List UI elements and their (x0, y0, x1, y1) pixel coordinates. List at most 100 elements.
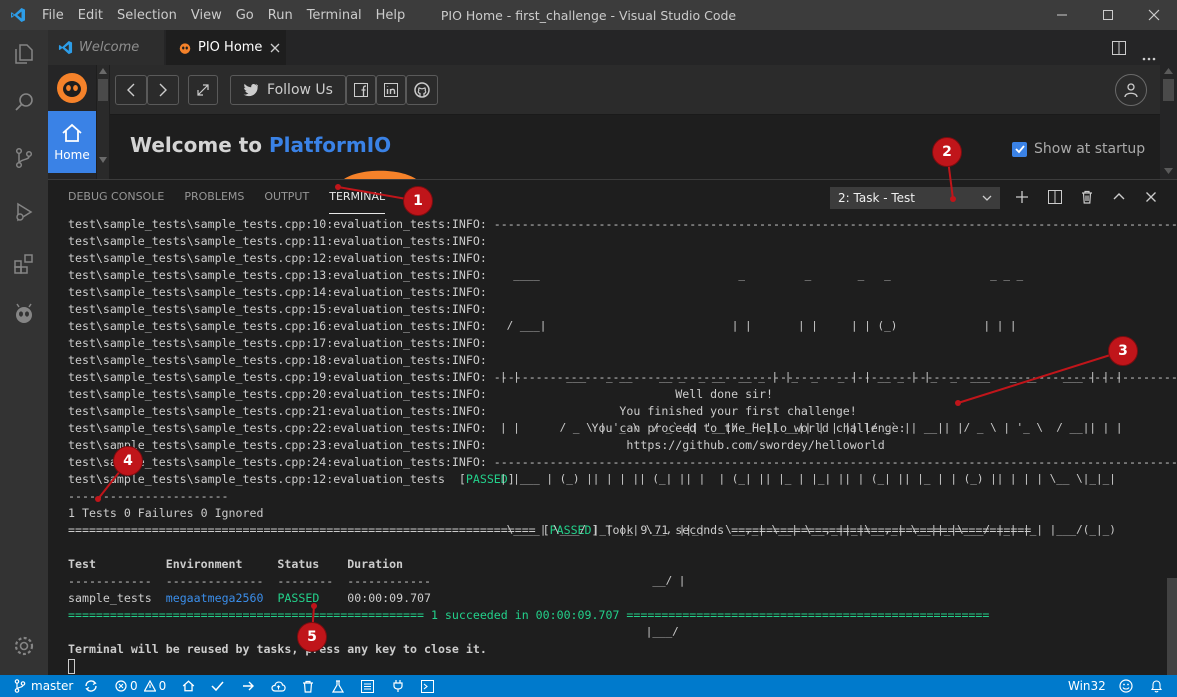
close-panel-button[interactable] (1143, 189, 1159, 205)
split-editor-button[interactable] (1112, 40, 1126, 59)
terminal-line: test\sample_tests\sample_tests.cpp:17:ev… (68, 336, 494, 350)
run-debug-button[interactable] (0, 188, 48, 236)
facebook-button[interactable] (346, 75, 376, 105)
annotation-marker-5: 5 (297, 622, 327, 652)
reuse-message: Terminal will be reused by tasks, press … (68, 642, 487, 656)
branch-indicator[interactable]: master (14, 675, 73, 697)
bottom-panel: DEBUG CONSOLE PROBLEMS OUTPUT TERMINAL 2… (48, 179, 1177, 676)
show-at-startup-checkbox[interactable] (1012, 141, 1027, 157)
tab-pio-home[interactable]: PIO Home (166, 30, 286, 65)
home-icon (182, 680, 195, 692)
terminal-line: test\sample_tests\sample_tests.cpp:14:ev… (68, 285, 494, 299)
error-icon (115, 680, 127, 692)
manage-button[interactable] (0, 622, 48, 670)
terminal-line: test\sample_tests\sample_tests.cpp:18:ev… (68, 353, 494, 367)
plug-icon (393, 680, 403, 692)
extensions-button[interactable] (0, 240, 48, 288)
gear-icon (14, 636, 34, 656)
tab-welcome-label: Welcome (79, 40, 140, 55)
linkedin-button[interactable] (376, 75, 406, 105)
terminal-icon (421, 679, 434, 693)
search-button[interactable] (0, 78, 48, 126)
feedback-button[interactable] (1119, 675, 1133, 697)
tab-problems[interactable]: PROBLEMS (184, 180, 244, 214)
chevron-right-icon (159, 83, 167, 97)
results-table-header: Test Environment Status Duration (68, 557, 404, 571)
warning-count: 0 (158, 679, 167, 693)
pio-scrollbar[interactable] (1160, 65, 1177, 179)
terminal-scrollbar[interactable] (1167, 578, 1177, 676)
new-terminal-button[interactable] (1014, 189, 1030, 205)
pio-nav-home[interactable]: Home (48, 111, 96, 173)
pio-home-status-button[interactable] (182, 675, 195, 697)
pio-remote-button[interactable] (271, 675, 286, 697)
tab-output[interactable]: OUTPUT (264, 180, 309, 214)
github-button[interactable] (406, 75, 438, 105)
test-summary: 1 Tests 0 Failures 0 Ignored (68, 506, 264, 520)
tab-debug-console[interactable]: DEBUG CONSOLE (68, 180, 164, 214)
more-actions-button[interactable] (1142, 46, 1156, 65)
pio-home-view: Home Follow Us Welcome to PlatformIO Sho… (48, 65, 1177, 179)
pio-clean-button[interactable] (302, 675, 314, 697)
source-control-button[interactable] (0, 134, 48, 182)
alien-icon (179, 42, 191, 54)
minimize-button[interactable] (1039, 0, 1085, 30)
explorer-button[interactable] (0, 30, 48, 78)
close-icon[interactable] (270, 43, 280, 53)
close-icon (1146, 192, 1156, 202)
terminal-select[interactable]: 2: Task - Test (830, 187, 1000, 209)
follow-us-label: Follow Us (267, 82, 333, 98)
pio-upload-button[interactable] (242, 675, 255, 697)
title-bar: File Edit Selection View Go Run Terminal… (0, 0, 1177, 30)
page-title: Welcome to PlatformIO (130, 133, 391, 157)
close-window-button[interactable] (1131, 0, 1177, 30)
terminal-cursor (68, 658, 75, 675)
scroll-up-icon (1164, 68, 1173, 74)
pio-test-button[interactable] (332, 675, 344, 697)
facebook-icon (354, 83, 368, 97)
split-terminal-button[interactable] (1047, 189, 1063, 205)
panel-tabs: DEBUG CONSOLE PROBLEMS OUTPUT TERMINAL (68, 180, 405, 214)
pio-build-button[interactable] (211, 675, 224, 697)
problems-indicator[interactable]: 0 0 (115, 675, 166, 697)
back-button[interactable] (115, 75, 147, 105)
platform-indicator[interactable]: Win32 (1068, 675, 1106, 697)
pio-toolbar: Follow Us (110, 65, 1160, 115)
plus-icon (1016, 191, 1028, 203)
branch-icon (14, 679, 26, 693)
expand-button[interactable] (188, 75, 218, 105)
window-title: PIO Home - first_challenge - Visual Stud… (440, 8, 737, 23)
tab-pio-home-label: PIO Home (198, 40, 263, 55)
follow-us-button[interactable]: Follow Us (230, 75, 346, 105)
results-table-rule: ------------ -------------- -------- ---… (68, 574, 431, 588)
terminal-line: ----------------------- (68, 489, 229, 503)
split-icon (1112, 41, 1126, 55)
annotation-marker-3: 3 (1108, 336, 1138, 366)
notifications-button[interactable] (1150, 675, 1163, 697)
check-icon (1014, 145, 1025, 154)
pio-terminal-button[interactable] (421, 675, 434, 697)
activity-bar (0, 30, 48, 675)
terminal-line: test\sample_tests\sample_tests.cpp:16:ev… (68, 319, 494, 333)
pio-left-scrollbar[interactable] (97, 65, 109, 179)
show-at-startup[interactable]: Show at startup (1012, 141, 1145, 157)
sync-button[interactable] (84, 675, 98, 697)
maximize-button[interactable] (1085, 0, 1131, 30)
terminal-line: test\sample_tests\sample_tests.cpp:13:ev… (68, 268, 494, 282)
status-bar: master 0 0 Win32 (0, 675, 1177, 697)
pio-tasks-button[interactable] (361, 675, 374, 697)
forward-button[interactable] (147, 75, 179, 105)
maximize-panel-button[interactable] (1111, 189, 1127, 205)
account-button[interactable] (1115, 74, 1147, 106)
tab-welcome[interactable]: Welcome (48, 30, 164, 65)
chevron-up-icon (1113, 193, 1125, 200)
tab-terminal[interactable]: TERMINAL (329, 180, 386, 214)
minimize-icon (1057, 14, 1067, 16)
flask-icon (332, 679, 344, 693)
terminal-line: test\sample_tests\sample_tests.cpp:15:ev… (68, 302, 494, 316)
annotation-marker-4: 4 (113, 446, 143, 476)
platformio-button[interactable] (0, 290, 48, 338)
pio-serial-monitor-button[interactable] (392, 675, 404, 697)
trash-icon (303, 680, 313, 693)
kill-terminal-button[interactable] (1079, 189, 1095, 205)
